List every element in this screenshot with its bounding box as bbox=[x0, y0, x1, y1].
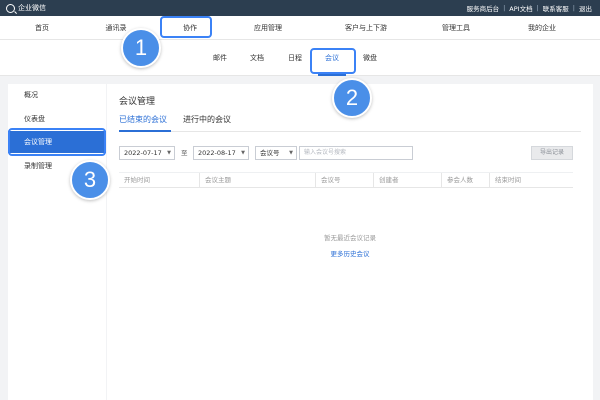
sidebar-item-dashboard[interactable]: 仪表盘 bbox=[8, 108, 106, 130]
nav-app-management[interactable]: 应用管理 bbox=[254, 16, 282, 40]
app-title: 企业微信 bbox=[18, 4, 46, 12]
tab-ended-meetings[interactable]: 已结束的会议 bbox=[119, 114, 167, 125]
column-meeting-topic[interactable]: 会议主题 bbox=[199, 173, 315, 188]
top-bar: 企业微信 服务商后台 | API文档 | 联系客服 | 退出 bbox=[0, 0, 600, 16]
date-range-separator: 至 bbox=[181, 149, 188, 157]
separator: | bbox=[572, 4, 575, 12]
meeting-search-input[interactable]: 输入会议号搜索 bbox=[299, 146, 413, 160]
app-logo[interactable]: 企业微信 bbox=[6, 3, 46, 13]
highlight-meeting-management bbox=[8, 128, 106, 156]
start-date-value: 2022-07-17 bbox=[124, 149, 162, 157]
nav-customers[interactable]: 客户与上下游 bbox=[345, 16, 387, 40]
separator: | bbox=[536, 4, 539, 12]
link-provider-admin[interactable]: 服务商后台 bbox=[467, 3, 500, 13]
logo-icon bbox=[6, 3, 15, 13]
subnav-drive[interactable]: 微盘 bbox=[363, 40, 377, 76]
step-marker-2: 2 bbox=[332, 78, 372, 118]
end-date-picker[interactable]: 2022-08-17 ▼ bbox=[193, 146, 249, 160]
step-marker-1: 1 bbox=[121, 28, 161, 68]
nav-my-enterprise[interactable]: 我的企业 bbox=[528, 16, 556, 40]
subnav-docs[interactable]: 文档 bbox=[250, 40, 264, 76]
main-panel: 会议管理 已结束的会议 进行中的会议 2022-07-17 ▼ 至 2022-0… bbox=[107, 84, 593, 400]
link-api-docs[interactable]: API文档 bbox=[509, 3, 532, 13]
subnav-mail[interactable]: 邮件 bbox=[213, 40, 227, 76]
main-nav: 首页 通讯录 协作 应用管理 客户与上下游 管理工具 我的企业 bbox=[0, 16, 600, 40]
column-meeting-id[interactable]: 会议号 bbox=[315, 173, 373, 188]
column-end-time[interactable]: 结束时间 bbox=[489, 173, 573, 188]
nav-management-tools[interactable]: 管理工具 bbox=[442, 16, 470, 40]
table-header: 开始时间 会议主题 会议号 创建者 参会人数 结束时间 bbox=[119, 172, 573, 188]
separator: | bbox=[503, 4, 506, 12]
start-date-picker[interactable]: 2022-07-17 ▼ bbox=[119, 146, 175, 160]
caret-down-icon: ▼ bbox=[241, 150, 245, 156]
empty-state-text: 暂无最近会议记录 bbox=[324, 234, 376, 242]
tabs-divider bbox=[119, 131, 581, 132]
more-history-link[interactable]: 更多历史会议 bbox=[107, 248, 593, 258]
step-marker-3: 3 bbox=[70, 160, 110, 200]
end-date-value: 2022-08-17 bbox=[198, 149, 236, 157]
highlight-collaboration bbox=[160, 16, 212, 38]
link-logout[interactable]: 退出 bbox=[579, 3, 592, 13]
search-type-select[interactable]: 会议号 ▼ bbox=[255, 146, 297, 160]
highlight-meetings-tab bbox=[310, 48, 356, 74]
page-title: 会议管理 bbox=[119, 97, 156, 107]
export-records-button[interactable]: 导出记录 bbox=[531, 146, 573, 160]
column-start-time[interactable]: 开始时间 bbox=[119, 173, 199, 188]
column-participants[interactable]: 参会人数 bbox=[441, 173, 489, 188]
column-creator[interactable]: 创建者 bbox=[373, 173, 441, 188]
caret-down-icon: ▼ bbox=[289, 150, 293, 156]
sidebar-item-overview[interactable]: 概况 bbox=[8, 84, 106, 106]
active-tab-indicator bbox=[119, 130, 171, 132]
link-contact-support[interactable]: 联系客服 bbox=[543, 3, 569, 13]
search-placeholder: 输入会议号搜索 bbox=[304, 149, 347, 156]
caret-down-icon: ▼ bbox=[167, 150, 171, 156]
topbar-links: 服务商后台 | API文档 | 联系客服 | 退出 bbox=[467, 0, 592, 16]
tab-ongoing-meetings[interactable]: 进行中的会议 bbox=[183, 114, 231, 125]
search-type-value: 会议号 bbox=[260, 149, 280, 157]
subnav-calendar[interactable]: 日程 bbox=[288, 40, 302, 76]
sub-nav: 邮件 文档 日程 会议 微盘 bbox=[0, 40, 600, 76]
nav-home[interactable]: 首页 bbox=[35, 16, 49, 40]
